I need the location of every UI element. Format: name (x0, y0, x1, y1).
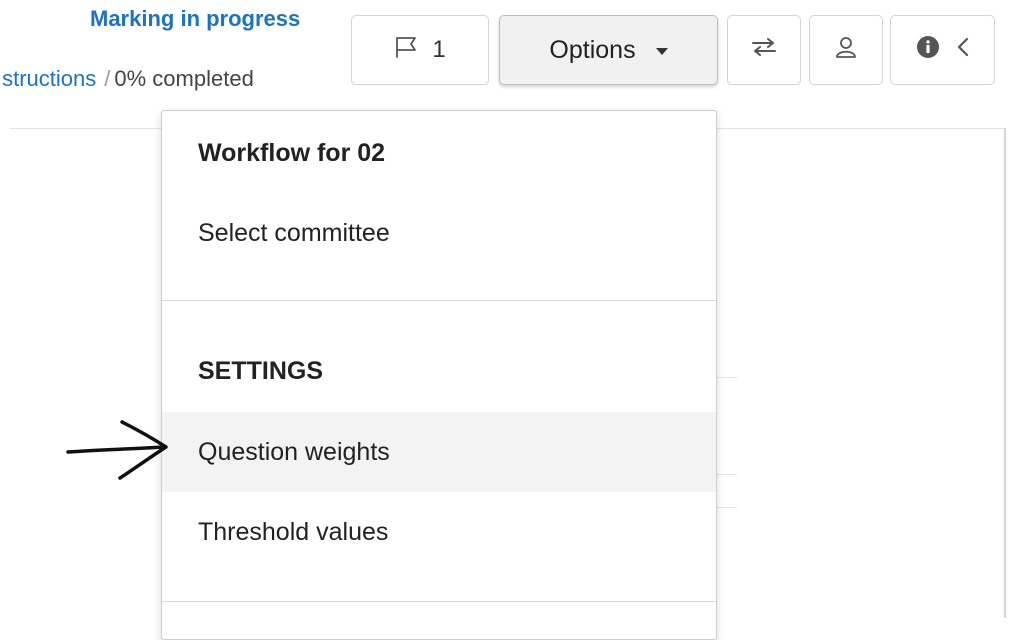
flag-button[interactable]: 1 (351, 15, 489, 85)
breadcrumb-separator: / (104, 66, 111, 91)
info-icon (916, 35, 940, 66)
user-icon (834, 35, 858, 66)
flag-count: 1 (432, 36, 446, 63)
chevron-left-icon (956, 36, 970, 65)
background-row-divider (717, 377, 737, 378)
settings-heading: SETTINGS (198, 356, 324, 385)
info-panel-button[interactable] (890, 15, 995, 85)
content-right-border (1004, 128, 1006, 618)
workflow-heading: Workflow for 02 (198, 138, 386, 167)
swap-arrows-icon (751, 36, 777, 64)
menu-item-threshold-values[interactable]: Threshold values (162, 492, 716, 572)
swap-button[interactable] (727, 15, 801, 85)
marking-status-title: Marking in progress (90, 6, 301, 31)
caret-down-icon (655, 48, 668, 55)
user-button[interactable] (809, 15, 883, 85)
hand-drawn-arrow-icon (60, 412, 172, 489)
menu-item-select-committee[interactable]: Select committee (162, 193, 716, 273)
completion-status: 0% completed (114, 66, 254, 91)
options-dropdown-menu: Workflow for 02 Select committee SETTING… (161, 110, 717, 640)
options-button[interactable]: Options (499, 15, 718, 85)
options-label: Options (549, 35, 636, 64)
breadcrumb-instructions-link[interactable]: ıstructions (0, 66, 96, 91)
menu-divider (162, 300, 716, 301)
background-row-divider (717, 507, 737, 508)
flag-icon (394, 36, 418, 65)
menu-item-question-weights[interactable]: Question weights (162, 412, 716, 492)
menu-divider (162, 601, 716, 602)
breadcrumb: ıstructions /0% completed (0, 66, 254, 92)
background-row-divider (717, 474, 737, 475)
